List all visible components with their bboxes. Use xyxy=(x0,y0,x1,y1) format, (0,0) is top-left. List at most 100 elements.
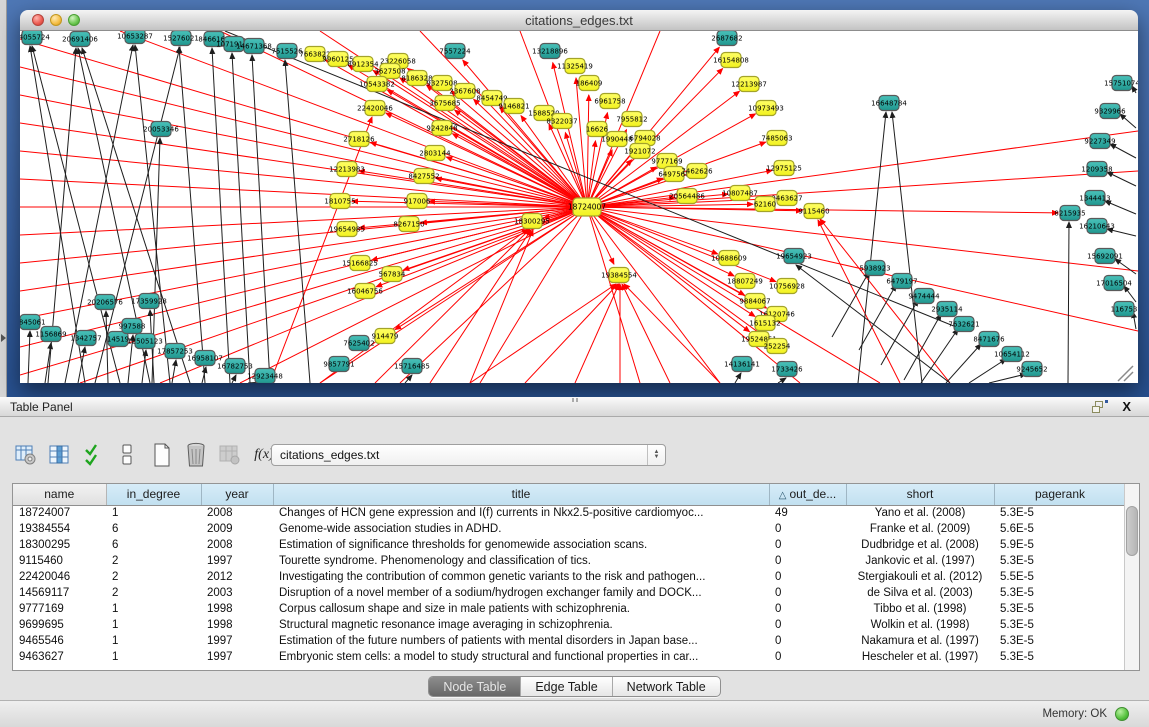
node-label: 22420046 xyxy=(357,105,393,113)
column-header-in-degree[interactable]: in_degree xyxy=(106,484,201,505)
table-panel-title: Table Panel xyxy=(10,400,73,414)
red-edge xyxy=(480,207,587,383)
black-edge xyxy=(1110,144,1136,158)
memory-ok-icon[interactable] xyxy=(1115,707,1129,721)
black-edge xyxy=(735,373,741,383)
table-row[interactable]: 1830029562008Estimation of significance … xyxy=(13,537,1126,553)
black-edge xyxy=(1068,222,1069,383)
table-row[interactable]: 1456911722003Disruption of a novel membe… xyxy=(13,585,1126,601)
node-label: 8267150 xyxy=(393,221,424,229)
table-row[interactable]: 2242004622012Investigating the contribut… xyxy=(13,569,1126,585)
black-edge xyxy=(1120,114,1136,128)
node-label: 7515526 xyxy=(271,48,303,56)
node-label: 20691406 xyxy=(62,36,98,44)
node-label: 10688609 xyxy=(711,255,747,263)
black-edge xyxy=(778,378,786,383)
tab-network-table[interactable]: Network Table xyxy=(613,677,720,696)
tab-node-table[interactable]: Node Table xyxy=(429,677,521,696)
table-toolbar: f(x) xyxy=(14,437,276,473)
table-row[interactable]: 946554611997Estimation of the future num… xyxy=(13,633,1126,649)
node-label: 6479197 xyxy=(886,278,917,286)
node-label: 7485063 xyxy=(761,135,792,143)
new-table-icon[interactable] xyxy=(150,442,174,468)
table-row[interactable]: 911546021997Tourette syndrome. Phenomeno… xyxy=(13,553,1126,569)
column-header-name[interactable]: name xyxy=(13,484,106,505)
node-label: 8471676 xyxy=(973,336,1005,344)
red-edge xyxy=(372,207,587,260)
network-canvas[interactable]: 1405572420691406106532871527602184661601… xyxy=(20,31,1138,383)
red-edge xyxy=(575,284,619,383)
node-label: 10973493 xyxy=(748,105,784,113)
node-label: 18724007 xyxy=(568,203,606,212)
show-column-icon[interactable] xyxy=(48,442,72,468)
black-edge xyxy=(106,311,108,383)
node-label: 917006 xyxy=(404,198,431,206)
node-label: 16648784 xyxy=(871,100,907,108)
scrollbar-thumb[interactable] xyxy=(1126,506,1138,556)
node-label: 15716485 xyxy=(394,363,430,371)
node-label: 19654923 xyxy=(776,253,812,261)
red-edge xyxy=(375,229,530,383)
black-edge xyxy=(796,265,950,383)
node-label: 19384554 xyxy=(601,272,637,280)
node-label: 14136141 xyxy=(724,361,760,369)
red-edge xyxy=(587,207,880,383)
red-edge xyxy=(470,284,616,383)
node-label: 14055724 xyxy=(20,34,50,42)
node-label: 7625402 xyxy=(343,340,374,348)
node-label: 10756928 xyxy=(769,283,805,291)
table-tabs: Node Table Edge Table Network Table xyxy=(0,676,1149,697)
split-handle-icon[interactable] xyxy=(572,398,578,402)
panel-expander-icon[interactable] xyxy=(1,334,6,342)
collapsed-panel-strip[interactable] xyxy=(0,0,7,397)
select-all-rows-icon[interactable] xyxy=(82,442,106,468)
table-select-dropdown[interactable]: citations_edges.txt ▲▼ xyxy=(271,444,666,466)
node-label: 6961758 xyxy=(594,98,625,106)
column-header-pagerank[interactable]: pagerank xyxy=(994,484,1126,505)
close-panel-icon[interactable]: X xyxy=(1122,399,1131,414)
table-row[interactable]: 969969511998Structural magnetic resonanc… xyxy=(13,617,1126,633)
memory-status-label: Memory: OK xyxy=(1042,708,1107,720)
table-row[interactable]: 1872400712008Changes of HCN gene express… xyxy=(13,505,1126,521)
node-label: 2803144 xyxy=(419,150,451,158)
black-edge xyxy=(946,344,981,383)
red-edge xyxy=(387,90,587,207)
red-edge xyxy=(587,207,734,276)
table-row[interactable]: 1938455462009Genome-wide association stu… xyxy=(13,521,1126,537)
node-label: 10543382 xyxy=(359,81,395,89)
table-settings-icon[interactable] xyxy=(14,442,38,468)
black-edge xyxy=(232,53,250,383)
node-label: 186409 xyxy=(576,80,603,88)
node-label: 116753 xyxy=(1111,306,1138,314)
node-label: 7462626 xyxy=(681,168,713,176)
table-row[interactable]: 977716911998Corpus callosum shape and si… xyxy=(13,601,1126,617)
column-header-year[interactable]: year xyxy=(201,484,273,505)
node-label: 9242848 xyxy=(426,125,457,133)
column-header-title[interactable]: title xyxy=(273,484,769,505)
node-label: 14519 xyxy=(107,336,129,344)
node-label: 9327508 xyxy=(426,80,457,88)
red-edge xyxy=(587,207,640,383)
table-row[interactable]: 946362711997Embryonic stem cells: a mode… xyxy=(13,649,1126,665)
tab-edge-table[interactable]: Edge Table xyxy=(521,677,612,696)
node-label: 1990448 xyxy=(601,136,632,144)
black-edge xyxy=(1105,201,1136,214)
column-header-short[interactable]: short xyxy=(846,484,994,505)
node-label: 1921072 xyxy=(624,148,655,156)
node-label: 9115460 xyxy=(798,208,829,216)
table-panel: Table Panel X xyxy=(0,397,1149,700)
node-label: 567834 xyxy=(379,271,406,279)
table-body: 1872400712008Changes of HCN gene express… xyxy=(13,505,1126,665)
black-edge xyxy=(1115,259,1136,274)
clear-selection-icon[interactable] xyxy=(116,442,140,468)
red-edge xyxy=(622,284,670,383)
window-titlebar[interactable]: citations_edges.txt xyxy=(20,10,1138,31)
vertical-scrollbar[interactable] xyxy=(1124,484,1139,670)
float-panel-icon[interactable] xyxy=(1092,401,1105,413)
table-panel-header[interactable]: Table Panel X xyxy=(0,397,1149,417)
black-edge xyxy=(179,47,205,383)
delete-table-icon[interactable] xyxy=(184,442,208,468)
node-label: 8427552 xyxy=(408,173,439,181)
column-header-out-degree[interactable]: △out_de... xyxy=(769,484,846,505)
sort-ascending-icon: △ xyxy=(779,490,787,501)
